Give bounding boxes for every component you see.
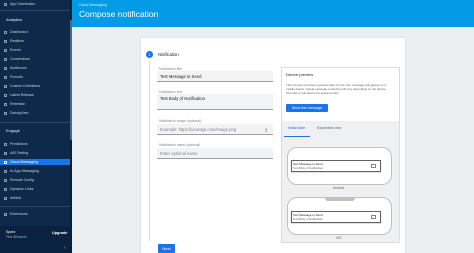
sidebar: App Distribution Analytics Dashboard Rea…	[0, 0, 72, 253]
admob-icon	[4, 196, 7, 200]
sidebar-header-analytics[interactable]: Analytics	[6, 17, 22, 22]
upgrade-button[interactable]: Upgrade	[52, 231, 67, 235]
notification-text-input[interactable]: Test Body of Notification	[157, 94, 273, 110]
device-preview-title: Device preview	[286, 72, 314, 77]
notification-image-input[interactable]: Example: https://yourapp.com/image.png	[157, 124, 273, 135]
device-preview-description: This preview provides a general idea of …	[286, 83, 387, 95]
scrollbar-thumb[interactable]	[70, 20, 72, 140]
sidebar-divider	[0, 206, 70, 207]
sidebar-item-events[interactable]: Events	[0, 47, 70, 53]
sidebar-item-dynamic-links[interactable]: Dynamic Links	[0, 186, 70, 192]
sidebar-item-in-app-messaging[interactable]: In-App Messaging	[0, 168, 70, 174]
sidebar-item-audiences[interactable]: Audiences	[0, 65, 70, 71]
sidebar-item-debugview[interactable]: DebugView	[0, 110, 70, 116]
sidebar-scrollbar[interactable]	[70, 0, 72, 253]
chevron-left-icon[interactable]: ‹	[64, 245, 66, 251]
plan-price: Free $0/month	[6, 235, 27, 239]
cloud-messaging-icon	[4, 160, 7, 164]
plan-name: Spark	[6, 230, 16, 234]
funnels-icon	[4, 75, 7, 79]
ios-notification-body: Test Body of Notification	[293, 217, 324, 221]
remote-config-icon	[4, 178, 7, 182]
sidebar-item-funnels[interactable]: Funnels	[0, 74, 70, 80]
active-tab-indicator	[284, 136, 310, 137]
ios-notch	[325, 197, 355, 201]
step-title[interactable]: Notification	[158, 52, 179, 57]
notification-name-input[interactable]: Enter optional name	[157, 148, 273, 159]
debugview-icon	[4, 111, 7, 115]
image-icon	[371, 215, 376, 219]
breadcrumb[interactable]: Cloud Messaging	[79, 3, 107, 7]
dashboard-icon	[4, 30, 7, 34]
step-number: 1	[146, 51, 153, 58]
in-app-messaging-icon	[4, 169, 7, 173]
sidebar-divider	[0, 122, 70, 123]
notification-image-label: Notification image (optional)	[159, 119, 202, 123]
sidebar-item-admob[interactable]: AdMob	[0, 195, 70, 201]
send-test-message-button[interactable]: Send test message	[286, 104, 328, 112]
ios-caption: iOS	[336, 236, 342, 240]
sidebar-item-latest-release[interactable]: Latest Release	[0, 92, 70, 98]
image-icon	[371, 164, 376, 168]
sidebar-item-extensions[interactable]: Extensions	[0, 211, 70, 217]
conversions-icon	[4, 57, 7, 61]
notification-title-input[interactable]: Test Message to Send	[157, 71, 273, 82]
sidebar-item-retention[interactable]: Retention	[0, 101, 70, 107]
custom-definitions-icon	[4, 84, 7, 88]
android-notification-body: Test Body of Notification	[293, 166, 324, 170]
audiences-icon	[4, 66, 7, 70]
app-distribution-icon	[4, 2, 7, 6]
realtime-icon	[4, 39, 7, 43]
page-title: Compose notification	[79, 9, 159, 19]
next-button[interactable]: Next	[158, 244, 175, 253]
events-icon	[4, 48, 7, 52]
sidebar-item-remote-config[interactable]: Remote Config	[0, 177, 70, 183]
sidebar-item-app-distribution[interactable]: App Distribution	[0, 1, 70, 7]
sidebar-item-custom-definitions[interactable]: Custom Definitions	[0, 83, 70, 89]
sidebar-item-conversions[interactable]: Conversions	[0, 56, 70, 62]
upload-icon[interactable]: ⇪	[264, 129, 269, 134]
android-caption: Android	[333, 186, 344, 190]
predictions-icon	[4, 142, 7, 146]
dynamic-links-icon	[4, 187, 7, 191]
notification-name-label: Notification name (optional)	[159, 143, 201, 147]
ab-testing-icon	[4, 151, 7, 155]
sidebar-item-predictions[interactable]: Predictions	[0, 141, 70, 147]
sidebar-item-ab-testing[interactable]: A/B Testing	[0, 150, 70, 156]
sidebar-item-dashboard[interactable]: Dashboard	[0, 29, 70, 35]
retention-icon	[4, 102, 7, 106]
sidebar-divider	[0, 10, 70, 11]
tab-expanded-view[interactable]: Expanded view	[317, 126, 341, 130]
sidebar-item-realtime[interactable]: Realtime	[0, 38, 70, 44]
extensions-icon	[4, 212, 7, 216]
latest-release-icon	[4, 93, 7, 97]
sidebar-header-engage[interactable]: Engage	[6, 128, 20, 133]
sidebar-item-cloud-messaging[interactable]: Cloud Messaging	[0, 159, 70, 165]
step-connector	[149, 61, 150, 241]
tab-initial-state[interactable]: Initial state	[288, 126, 305, 130]
